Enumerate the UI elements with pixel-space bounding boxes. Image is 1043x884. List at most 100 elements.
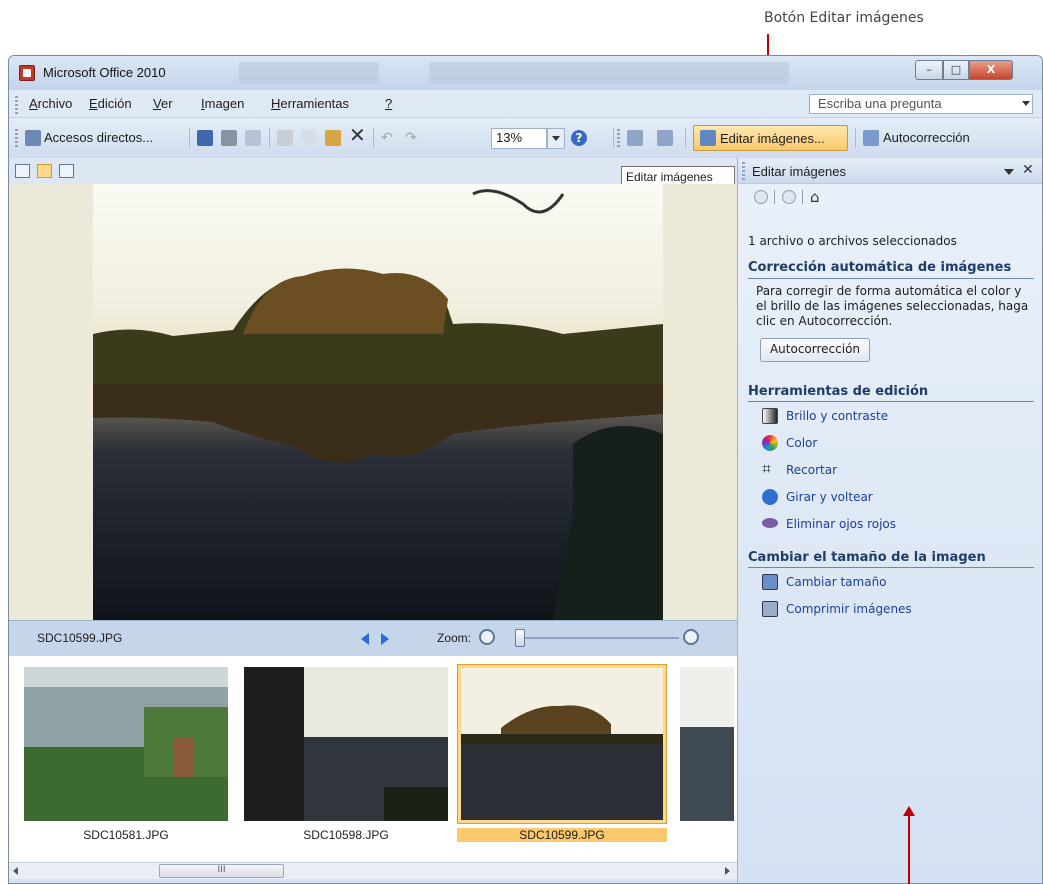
toolbar-separator (373, 128, 374, 148)
scroll-right-icon[interactable] (725, 867, 730, 875)
pane-menu-icon[interactable] (1004, 169, 1014, 175)
print-icon[interactable] (221, 130, 237, 146)
rotate-left-icon[interactable] (627, 130, 643, 146)
current-filename: SDC10599.JPG (37, 631, 123, 645)
menu-bar: Archivo Edición Ver Imagen Herramientas … (9, 90, 1042, 118)
minimize-button[interactable]: – (915, 60, 943, 80)
thumbnail-label-selected: SDC10599.JPG (457, 828, 667, 842)
thumbnail-view-icon[interactable] (15, 164, 30, 178)
chevron-down-icon[interactable] (1022, 101, 1030, 106)
menu-archivo[interactable]: Archivo (29, 96, 72, 111)
annotation-arrow-bottom (908, 815, 910, 884)
save-icon[interactable] (197, 130, 213, 146)
undo-icon[interactable]: ↶ (381, 130, 397, 146)
compress-link[interactable]: Comprimir imágenes (786, 602, 912, 616)
resize-icon (762, 574, 778, 590)
toolbar-separator (685, 128, 686, 148)
thumbnail-image (461, 668, 663, 820)
cut-icon[interactable] (277, 130, 293, 146)
email-icon[interactable] (245, 130, 261, 146)
section-divider (748, 567, 1034, 568)
thumbnail-partial[interactable] (677, 664, 737, 824)
window-title: Microsoft Office 2010 (43, 65, 166, 80)
scroll-left-icon[interactable] (13, 867, 18, 875)
background-ribbon-ghost (239, 62, 379, 84)
edit-images-button[interactable]: Editar imágenes... (693, 125, 848, 151)
previous-arrow-icon[interactable] (361, 633, 369, 645)
pane-grip[interactable] (742, 162, 745, 180)
menu-imagen[interactable]: Imagen (201, 96, 244, 111)
delete-icon[interactable]: ✕ (349, 125, 366, 145)
zoom-slider-track[interactable] (523, 637, 679, 639)
thumbnail[interactable] (241, 664, 451, 824)
thumbnail-image (680, 667, 734, 821)
selection-count: 1 archivo o archivos seleccionados (748, 234, 957, 248)
autocorrect-button[interactable]: Autocorrección (760, 338, 870, 362)
auto-correction-heading: Corrección automática de imágenes (748, 260, 1012, 275)
zoom-out-icon[interactable] (479, 629, 495, 645)
autocorrect-icon[interactable] (863, 130, 879, 146)
section-divider (748, 278, 1034, 279)
thumbnail-image (24, 667, 228, 821)
standard-toolbar: Accesos directos... ✕ ↶ ↷ 13% ? Editar i… (9, 118, 1042, 158)
preview-photo (93, 184, 663, 620)
task-pane-title: Editar imágenes (752, 164, 846, 179)
brightness-contrast-link[interactable]: Brillo y contraste (786, 409, 888, 423)
color-link[interactable]: Color (786, 436, 817, 450)
menu-grip[interactable] (15, 96, 18, 114)
resize-heading: Cambiar el tamaño de la imagen (748, 550, 986, 565)
zoom-dropdown[interactable] (547, 128, 565, 149)
shortcuts-icon[interactable] (25, 130, 41, 146)
crop-icon: ⌗ (762, 459, 772, 478)
toolbar-separator (855, 128, 856, 148)
toolbar-separator (269, 128, 270, 148)
filmstrip-view-icon[interactable] (37, 164, 52, 178)
rotate-flip-icon (762, 489, 778, 505)
auto-correction-description: Para corregir de forma automática el col… (756, 284, 1022, 298)
back-icon[interactable] (754, 190, 768, 204)
thumbnail[interactable] (21, 664, 231, 824)
menu-herramientas[interactable]: Herramientas (271, 96, 349, 111)
resize-link[interactable]: Cambiar tamaño (786, 575, 887, 589)
copy-icon[interactable] (301, 130, 317, 146)
scrollbar-thumb[interactable]: III (159, 864, 284, 878)
edit-images-label: Editar imágenes... (720, 131, 825, 146)
thumbnail-label: SDC10581.JPG (83, 828, 169, 842)
toolbar-separator (189, 128, 190, 148)
toolbar-grip[interactable] (617, 129, 620, 147)
paste-icon[interactable] (325, 130, 341, 146)
auto-correction-description: el brillo de las imágenes seleccionadas,… (756, 299, 1029, 313)
menu-edicion[interactable]: Edición (89, 96, 132, 111)
forward-icon[interactable] (782, 190, 796, 204)
redo-icon[interactable]: ↷ (405, 130, 421, 146)
red-eye-link[interactable]: Eliminar ojos rojos (786, 517, 896, 531)
pane-nav-separator (802, 190, 803, 204)
crop-link[interactable]: Recortar (786, 463, 837, 477)
zoom-combo[interactable]: 13% (491, 128, 547, 149)
menu-ver[interactable]: Ver (153, 96, 173, 111)
zoom-in-icon[interactable] (683, 629, 699, 645)
pane-close-icon[interactable]: ✕ (1022, 162, 1034, 178)
compress-icon (762, 601, 778, 617)
rotate-right-icon[interactable] (657, 130, 673, 146)
filmstrip-scrollbar[interactable]: III (9, 862, 737, 879)
close-button[interactable]: X (969, 60, 1013, 80)
toolbar-grip[interactable] (15, 129, 18, 147)
zoom-slider-thumb[interactable] (515, 629, 525, 647)
ask-question-input[interactable]: Escriba una pregunta (809, 94, 1033, 114)
filmstrip: SDC10581.JPG SDC10598.JPG SDC10599.JPG (9, 656, 737, 862)
thumbnail-selected[interactable] (457, 664, 667, 824)
edit-images-icon (700, 130, 716, 146)
menu-help[interactable]: ? (385, 96, 392, 111)
home-icon[interactable]: ⌂ (810, 188, 820, 206)
single-picture-view-icon[interactable] (59, 164, 74, 178)
next-arrow-icon[interactable] (381, 633, 389, 645)
autocorrect-button[interactable]: Autocorrección (883, 130, 970, 145)
shortcuts-button[interactable]: Accesos directos... (44, 130, 153, 145)
background-ribbon-ghost (429, 62, 789, 84)
help-icon[interactable]: ? (571, 130, 587, 146)
maximize-button[interactable]: □ (943, 60, 969, 80)
office-app-icon[interactable] (19, 65, 35, 81)
color-icon (762, 435, 778, 451)
rotate-flip-link[interactable]: Girar y voltear (786, 490, 873, 504)
